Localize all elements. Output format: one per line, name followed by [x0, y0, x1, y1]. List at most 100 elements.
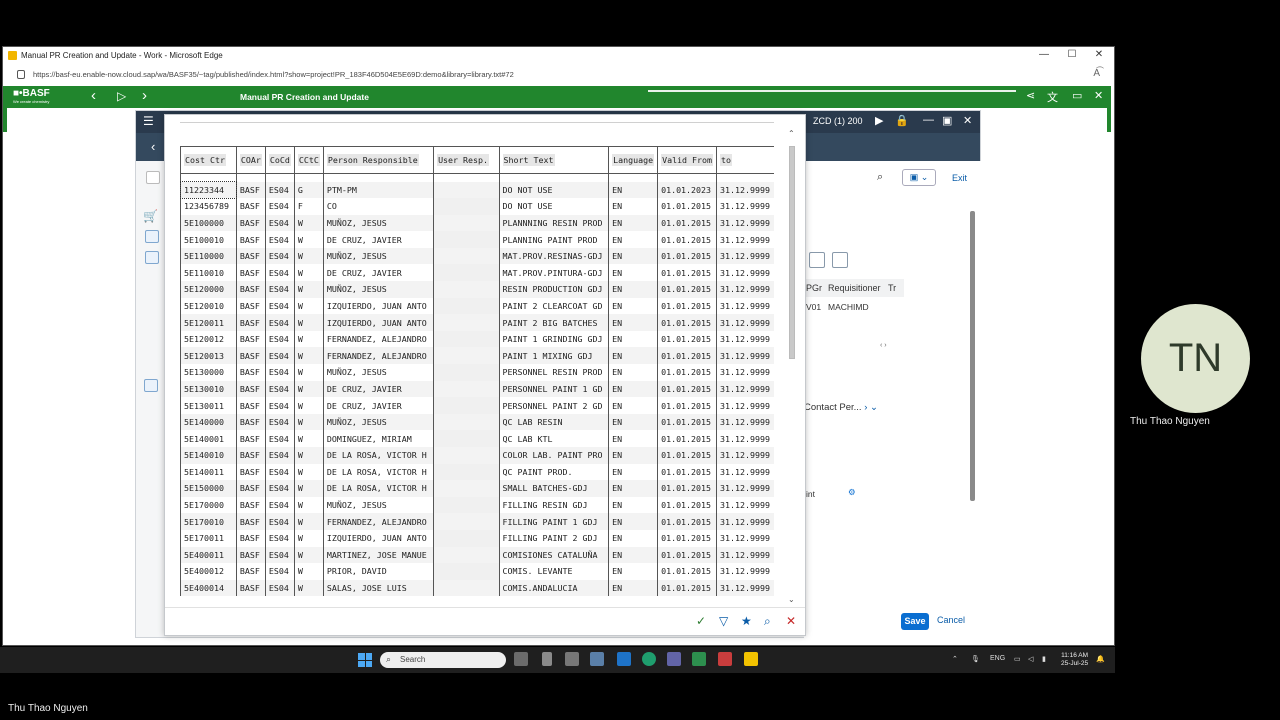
table-cell[interactable]: DO NOT USE: [498, 198, 609, 215]
table-cell[interactable]: BASF: [235, 529, 266, 547]
table-cell[interactable]: BASF: [235, 563, 266, 580]
table-cell[interactable]: IZQUIERDO, JUAN ANTO: [322, 297, 434, 315]
table-cell[interactable]: 01.01.2015: [657, 364, 717, 381]
column-header[interactable]: User Resp.: [433, 146, 500, 174]
table-cell[interactable]: W: [293, 347, 324, 365]
table-cell[interactable]: [433, 198, 500, 215]
cell-requisitioner[interactable]: MACHIMD: [828, 302, 869, 312]
table-cell[interactable]: PERSONNEL PAINT 1 GD: [498, 380, 609, 398]
table-cell[interactable]: 31.12.9999: [716, 430, 774, 447]
table-cell[interactable]: 5E120010: [180, 297, 237, 315]
table-cell[interactable]: ES04: [264, 281, 295, 298]
table-cell[interactable]: 5E140011: [180, 463, 237, 481]
table-cell[interactable]: BASF: [235, 231, 266, 248]
network-icon[interactable]: ▭: [1014, 655, 1021, 663]
column-header[interactable]: Language: [608, 146, 658, 174]
address-bar[interactable]: https://basf-eu.enable-now.cloud.sap/wa/…: [3, 65, 1114, 85]
table-cell[interactable]: BASF: [235, 463, 266, 481]
table-cell[interactable]: W: [293, 529, 324, 547]
table-cell[interactable]: 5E170010: [180, 513, 237, 530]
table-row[interactable]: 5E170010 BASF ES04 W FERNANDEZ, ALEJANDRO FIL…: [180, 513, 774, 530]
table-cell[interactable]: EN: [608, 397, 658, 414]
calculator-icon[interactable]: [565, 652, 579, 666]
table-cell[interactable]: BASF: [235, 447, 266, 464]
table-cell[interactable]: DE LA ROSA, VICTOR H: [322, 447, 434, 464]
task-view-icon[interactable]: [514, 652, 528, 666]
table-cell[interactable]: [433, 579, 500, 597]
table-cell[interactable]: W: [293, 247, 324, 265]
table-row[interactable]: 5E130011 BASF ES04 W DE CRUZ, JAVIER PERSONNE…: [180, 397, 774, 414]
table-cell[interactable]: ES04: [264, 413, 295, 431]
table-cell[interactable]: 5E120012: [180, 330, 237, 348]
close-icon[interactable]: ✕: [1094, 89, 1103, 102]
scroll-up-icon[interactable]: ⌃: [788, 129, 795, 138]
table-row[interactable]: 5E400012 BASF ES04 W PRIOR, DAVID COMIS. LEVA…: [180, 563, 774, 580]
table-cell[interactable]: [433, 496, 500, 514]
table-cell[interactable]: ES04: [264, 430, 295, 447]
doc3-icon[interactable]: [144, 379, 158, 392]
table-cell[interactable]: F: [293, 198, 324, 215]
table-cell[interactable]: COMIS.ANDALUCIA: [498, 579, 609, 597]
table-cell[interactable]: W: [293, 314, 324, 331]
table-cell[interactable]: MAT.PROV.PINTURA-GDJ: [498, 264, 609, 282]
doc-icon[interactable]: [145, 230, 159, 243]
table-cell[interactable]: EN: [608, 496, 658, 514]
widget-icon[interactable]: [542, 652, 552, 666]
table-cell[interactable]: EN: [608, 281, 658, 298]
table-cell[interactable]: 31.12.9999: [716, 297, 774, 315]
table-cell[interactable]: MUÑOZ, JESUS: [322, 281, 434, 298]
table-cell[interactable]: [433, 546, 500, 564]
right-scrollbar[interactable]: [970, 211, 975, 501]
close-window-icon[interactable]: ✕: [1086, 49, 1112, 60]
table-cell[interactable]: MUÑOZ, JESUS: [322, 364, 434, 381]
table-cell[interactable]: W: [293, 231, 324, 248]
windows-start-icon[interactable]: [358, 653, 372, 667]
table-row[interactable]: 5E120012 BASF ES04 W FERNANDEZ, ALEJANDRO PAI…: [180, 330, 774, 348]
table-cell[interactable]: 01.01.2015: [657, 563, 717, 580]
table-row[interactable]: 5E110010 BASF ES04 W DE CRUZ, JAVIER MAT.PROV…: [180, 264, 774, 282]
table-cell[interactable]: 11223344: [180, 180, 238, 200]
table-cell[interactable]: W: [293, 264, 324, 282]
confirm-icon[interactable]: ✓: [696, 614, 706, 628]
table-cell[interactable]: DOMINGUEZ, MIRIAM: [322, 430, 434, 447]
notification-icon[interactable]: 🔔: [1096, 655, 1105, 663]
table-cell[interactable]: BASF: [235, 214, 266, 232]
table-row[interactable]: 11223344 BASF ES04 G PTM-PM DO NOT USE EN 01.01…: [180, 180, 774, 200]
table-cell[interactable]: [433, 397, 500, 414]
table-cell[interactable]: EN: [608, 214, 658, 232]
table-cell[interactable]: DE CRUZ, JAVIER: [322, 397, 434, 414]
table-cell[interactable]: 31.12.9999: [716, 214, 774, 232]
table-cell[interactable]: 5E130000: [180, 364, 237, 381]
cart-icon[interactable]: 🛒: [143, 209, 158, 223]
search-icon[interactable]: ⌕: [877, 171, 883, 184]
column-header[interactable]: CoCd: [264, 146, 295, 174]
hscroll-arrows-icon[interactable]: ‹ ›: [880, 342, 887, 349]
sticky-notes-icon[interactable]: [744, 652, 758, 666]
mic-muted-icon[interactable]: 🎙: [971, 655, 980, 663]
menu-icon[interactable]: ☰: [143, 114, 154, 128]
table-cell[interactable]: EN: [608, 364, 658, 381]
table-row[interactable]: 5E170011 BASF ES04 W IZQUIERDO, JUAN ANTO FIL…: [180, 529, 774, 547]
language-indicator[interactable]: ENG: [990, 655, 1005, 662]
maximize-icon[interactable]: ☐: [1059, 49, 1085, 60]
table-cell[interactable]: DE CRUZ, JAVIER: [322, 380, 434, 398]
column-header[interactable]: Person Responsible: [322, 146, 434, 174]
table-cell[interactable]: W: [293, 214, 324, 232]
table-cell[interactable]: EN: [608, 413, 658, 431]
column-header[interactable]: Short Text: [498, 146, 609, 174]
table-cell[interactable]: 31.12.9999: [716, 198, 774, 215]
sap-minimize-icon[interactable]: —: [923, 114, 934, 126]
table-cell[interactable]: MUÑOZ, JESUS: [322, 413, 434, 431]
table-cell[interactable]: 01.01.2015: [657, 231, 717, 248]
table-cell[interactable]: 31.12.9999: [716, 380, 774, 398]
table-cell[interactable]: BASF: [235, 579, 266, 597]
table-cell[interactable]: ES04: [264, 463, 295, 481]
table-cell[interactable]: 01.01.2015: [657, 463, 717, 481]
table-cell[interactable]: [433, 364, 500, 381]
table-cell[interactable]: IZQUIERDO, JUAN ANTO: [322, 314, 434, 331]
table-row[interactable]: 5E110000 BASF ES04 W MUÑOZ, JESUS MAT.PROV.RE…: [180, 247, 774, 265]
table-cell[interactable]: DO NOT USE: [498, 181, 609, 199]
cancel-icon[interactable]: ✕: [786, 614, 796, 628]
table-cell[interactable]: 31.12.9999: [716, 529, 774, 547]
table-cell[interactable]: PAINT 2 BIG BATCHES: [498, 314, 609, 331]
